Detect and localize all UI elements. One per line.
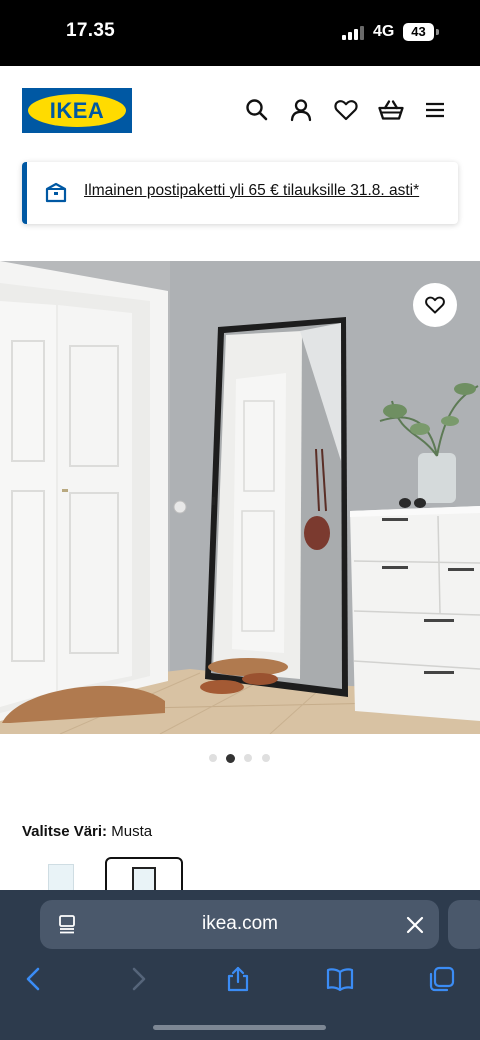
menu-icon[interactable] [422,97,448,123]
carousel-dot[interactable] [244,754,252,762]
next-tab-preview[interactable] [448,900,480,949]
network-label: 4G [373,23,395,40]
signal-icon [342,25,366,40]
status-time: 17.35 [66,20,116,41]
address-url[interactable]: ikea.com [140,913,340,935]
product-image[interactable] [0,261,480,734]
logo-text: IKEA [49,98,105,123]
carousel-dot[interactable] [262,754,270,762]
account-icon[interactable] [288,97,314,123]
promo-link[interactable]: Ilmainen postipaketti yli 65 € tilauksil… [84,182,419,200]
battery-level: 43 [411,24,426,39]
carousel-dot-active[interactable] [226,753,235,763]
battery-icon: 43 [403,23,434,41]
page-menu-icon[interactable] [58,914,78,934]
color-value: Musta [111,823,153,840]
back-icon[interactable] [20,965,48,993]
carousel-dot[interactable] [209,754,217,762]
ikea-logo[interactable]: IKEA [22,88,132,133]
status-bar: 17.35 4G 43 [0,0,480,66]
promo-banner[interactable]: Ilmainen postipaketti yli 65 € tilauksil… [22,162,458,224]
forward-icon[interactable] [124,965,152,993]
tabs-icon[interactable] [428,965,456,993]
delivery-box-icon [44,181,68,205]
bookmarks-icon[interactable] [326,965,354,993]
color-label: Valitse Väri: [22,823,108,840]
search-icon[interactable] [244,97,270,123]
color-select-label: Valitse Väri: Musta [22,823,152,840]
screen: 17.35 4G 43 IKEA Ilmainen postipaketti y… [0,0,480,1040]
cart-icon[interactable] [377,97,404,123]
home-indicator [153,1025,326,1030]
close-icon[interactable] [405,915,425,935]
favourite-button[interactable] [413,283,457,327]
heart-icon [425,296,445,314]
share-icon[interactable] [224,965,252,993]
heart-icon[interactable] [333,97,359,123]
